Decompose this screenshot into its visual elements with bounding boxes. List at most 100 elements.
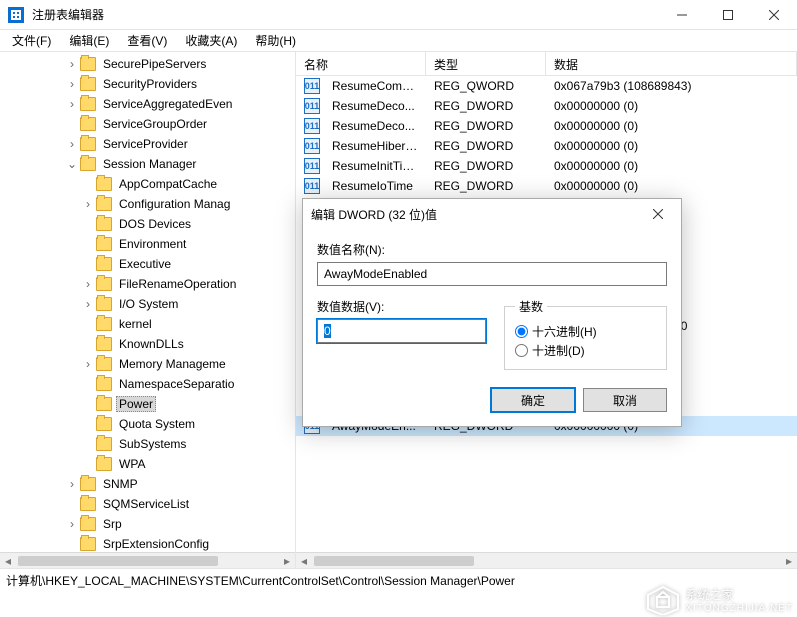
cell-name: ResumeDeco... <box>324 99 426 113</box>
chevron-right-icon[interactable]: › <box>64 517 80 531</box>
chevron-right-icon[interactable]: › <box>80 197 96 211</box>
list-row[interactable]: 011ResumeIoTimeREG_DWORD0x00000000 (0) <box>296 176 797 196</box>
tree-item[interactable]: WPA <box>0 454 295 474</box>
tree-item-label: Quota System <box>116 416 198 432</box>
tree-item[interactable]: SrpExtensionConfig <box>0 534 295 554</box>
folder-icon <box>96 177 112 191</box>
value-data-input[interactable] <box>317 319 486 343</box>
radix-fieldset: 基数 十六进制(H) 十进制(D) <box>504 298 667 370</box>
cell-name: ResumeInitTime <box>324 159 426 173</box>
col-data[interactable]: 数据 <box>546 52 797 75</box>
tree-item[interactable]: ›FileRenameOperation <box>0 274 295 294</box>
value-name-input[interactable] <box>317 262 667 286</box>
close-button[interactable] <box>751 0 797 30</box>
tree-item[interactable]: AppCompatCache <box>0 174 295 194</box>
cell-data: 0x067a79b3 (108689843) <box>546 79 797 93</box>
col-type[interactable]: 类型 <box>426 52 546 75</box>
tree-item[interactable]: › SNMP <box>0 474 295 494</box>
folder-icon <box>80 117 96 131</box>
tree-panel[interactable]: ›SecurePipeServers›SecurityProviders›Ser… <box>0 52 296 568</box>
statusbar: 计算机\HKEY_LOCAL_MACHINE\SYSTEM\CurrentCon… <box>0 568 797 592</box>
tree-item-label: SubSystems <box>116 436 189 452</box>
radix-hex-radio[interactable] <box>515 325 528 338</box>
chevron-right-icon[interactable]: › <box>64 477 80 491</box>
tree-item-label: SNMP <box>100 476 141 492</box>
menu-edit[interactable]: 编辑(E) <box>61 30 117 51</box>
reg-binary-icon: 011 <box>304 118 320 134</box>
tree-item-label: SQMServiceList <box>100 496 192 512</box>
cell-data: 0x00000000 (0) <box>546 159 797 173</box>
tree-item-label: kernel <box>116 316 155 332</box>
tree-item-label: Srp <box>100 516 125 532</box>
tree-item[interactable]: Environment <box>0 234 295 254</box>
list-row[interactable]: 011ResumeCompl...REG_QWORD0x067a79b3 (10… <box>296 76 797 96</box>
chevron-down-icon[interactable]: ⌄ <box>64 157 80 171</box>
reg-binary-icon: 011 <box>304 98 320 114</box>
chevron-right-icon[interactable]: › <box>80 297 96 311</box>
tree-item[interactable]: ⌄Session Manager <box>0 154 295 174</box>
cell-data: 0x00000000 (0) <box>546 99 797 113</box>
list-header: 名称 类型 数据 <box>296 52 797 76</box>
tree-item-label: Environment <box>116 236 189 252</box>
menu-file[interactable]: 文件(F) <box>4 30 59 51</box>
tree-item[interactable]: › Configuration Manag <box>0 194 295 214</box>
tree-item[interactable]: kernel <box>0 314 295 334</box>
value-name-label: 数值名称(N): <box>317 241 667 258</box>
tree-item[interactable]: › ServiceProvider <box>0 134 295 154</box>
cell-name: ResumeIoTime <box>324 179 426 193</box>
tree-item[interactable]: ›Memory Manageme <box>0 354 295 374</box>
list-scrollbar-horizontal[interactable]: ◂ ▸ <box>296 552 797 568</box>
value-data-label: 数值数据(V): <box>317 298 486 315</box>
minimize-button[interactable] <box>659 0 705 30</box>
tree-item[interactable]: › Srp <box>0 514 295 534</box>
tree-item[interactable]: › SecurePipeServers <box>0 54 295 74</box>
folder-icon <box>96 337 112 351</box>
tree-item-label: ServiceProvider <box>100 136 191 152</box>
tree-item[interactable]: ›I/O System <box>0 294 295 314</box>
chevron-right-icon[interactable]: › <box>80 277 96 291</box>
tree-item[interactable]: KnownDLLs <box>0 334 295 354</box>
tree-item[interactable]: SQMServiceList <box>0 494 295 514</box>
tree-item[interactable]: Power <box>0 394 295 414</box>
list-row[interactable]: 011ResumeDeco...REG_DWORD0x00000000 (0) <box>296 96 797 116</box>
maximize-button[interactable] <box>705 0 751 30</box>
dialog-titlebar[interactable]: 编辑 DWORD (32 位)值 <box>303 199 681 229</box>
tree-item[interactable]: ServiceGroupOrder <box>0 114 295 134</box>
chevron-right-icon[interactable]: › <box>64 77 80 91</box>
dialog-title: 编辑 DWORD (32 位)值 <box>311 206 437 223</box>
chevron-right-icon[interactable]: › <box>64 137 80 151</box>
list-row[interactable]: 011ResumeHiberF...REG_DWORD0x00000000 (0… <box>296 136 797 156</box>
tree-item[interactable]: DOS Devices <box>0 214 295 234</box>
tree-item-label: Configuration Manag <box>116 196 233 212</box>
chevron-right-icon[interactable]: › <box>80 357 96 371</box>
chevron-right-icon[interactable]: › <box>64 97 80 111</box>
dialog-body: 数值名称(N): 数值数据(V): 基数 十六进制(H) 十进制(D) <box>303 229 681 374</box>
cancel-button[interactable]: 取消 <box>583 388 667 412</box>
tree-scrollbar-horizontal[interactable]: ◂ ▸ <box>0 552 295 568</box>
radix-dec-radio[interactable] <box>515 344 528 357</box>
tree-item-label: ServiceGroupOrder <box>100 116 210 132</box>
tree-item[interactable]: ›ServiceAggregatedEven <box>0 94 295 114</box>
tree-item-label: KnownDLLs <box>116 336 187 352</box>
tree-item[interactable]: Quota System <box>0 414 295 434</box>
menu-help[interactable]: 帮助(H) <box>247 30 304 51</box>
menu-favorites[interactable]: 收藏夹(A) <box>177 30 245 51</box>
chevron-right-icon[interactable]: › <box>64 57 80 71</box>
col-name[interactable]: 名称 <box>296 52 426 75</box>
menubar: 文件(F) 编辑(E) 查看(V) 收藏夹(A) 帮助(H) <box>0 30 797 52</box>
tree-item-label: SecurePipeServers <box>100 56 209 72</box>
menu-view[interactable]: 查看(V) <box>119 30 175 51</box>
folder-icon <box>96 197 112 211</box>
ok-button[interactable]: 确定 <box>491 388 575 412</box>
list-row[interactable]: 011ResumeDeco...REG_DWORD0x00000000 (0) <box>296 116 797 136</box>
tree-item[interactable]: Executive <box>0 254 295 274</box>
dialog-close-button[interactable] <box>643 202 673 226</box>
list-row[interactable]: 011ResumeInitTimeREG_DWORD0x00000000 (0) <box>296 156 797 176</box>
cell-type: REG_DWORD <box>426 139 546 153</box>
reg-binary-icon: 011 <box>304 138 320 154</box>
tree-item[interactable]: NamespaceSeparatio <box>0 374 295 394</box>
tree-item[interactable]: ›SecurityProviders <box>0 74 295 94</box>
cell-type: REG_DWORD <box>426 159 546 173</box>
tree-item[interactable]: SubSystems <box>0 434 295 454</box>
tree-item-label: AppCompatCache <box>116 176 220 192</box>
